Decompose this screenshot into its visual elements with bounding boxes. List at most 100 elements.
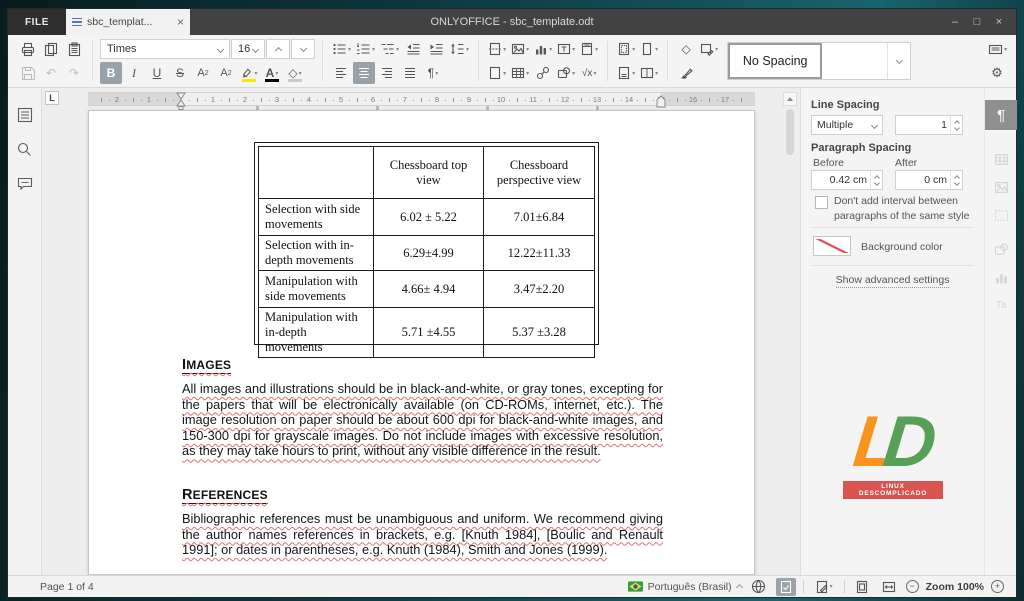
spacing-before-spinner[interactable]: 0.42 cm — [811, 170, 883, 190]
copy-style-button[interactable] — [675, 62, 697, 84]
undo-button[interactable]: ↶ — [40, 62, 62, 84]
header-footer-button[interactable]: ▾ — [578, 38, 600, 60]
table-settings-tab-icon[interactable] — [985, 144, 1017, 174]
set-document-language-icon[interactable] — [749, 578, 769, 596]
image-settings-tab-icon[interactable] — [985, 172, 1017, 202]
underline-button[interactable]: U — [146, 62, 168, 84]
insert-image-button[interactable]: ▾ — [509, 38, 531, 60]
paragraph-images[interactable]: All images and illustrations should be i… — [182, 381, 663, 459]
scrollbar-thumb[interactable] — [786, 109, 794, 155]
print-button[interactable] — [17, 38, 39, 60]
fit-page-icon[interactable] — [852, 578, 872, 596]
font-size-select[interactable]: 16 — [231, 39, 265, 59]
insert-shape-button[interactable]: ▾ — [555, 62, 577, 84]
background-color-swatch[interactable] — [813, 236, 851, 256]
bold-button[interactable]: B — [100, 62, 122, 84]
increase-font-size-button[interactable] — [266, 39, 290, 59]
align-right-button[interactable] — [376, 62, 398, 84]
paragraph-settings-tab-icon[interactable]: ¶ — [985, 100, 1017, 130]
page-margins-button[interactable]: ▾ — [615, 38, 637, 60]
table-cell[interactable]: Selection with in-depth movements — [259, 236, 374, 271]
paste-button[interactable] — [63, 38, 85, 60]
spell-checking-icon[interactable] — [776, 578, 796, 596]
strikethrough-button[interactable]: S — [169, 62, 191, 84]
table-cell[interactable]: Selection with side movements — [259, 199, 374, 236]
justify-button[interactable] — [399, 62, 421, 84]
show-advanced-settings-link[interactable]: Show advanced settings — [801, 274, 984, 286]
insert-text-box-button[interactable]: ▾ — [555, 38, 577, 60]
view-settings-button[interactable]: ▾ — [986, 38, 1009, 60]
zoom-level-indicator[interactable]: Zoom 100% — [926, 581, 984, 593]
redo-button[interactable]: ↷ — [63, 62, 85, 84]
table-cell[interactable]: 5.37 ±3.28 — [484, 308, 595, 358]
paragraph-shading-button[interactable]: ◇▾ — [284, 62, 306, 84]
page-orientation-button[interactable]: ▾ — [638, 38, 660, 60]
page-number-indicator[interactable]: Page 1 of 4 — [40, 581, 94, 593]
document-page[interactable]: Chessboard top view Chessboard perspecti… — [88, 110, 755, 575]
chart-settings-tab-icon[interactable] — [985, 262, 1017, 292]
table-header[interactable]: Chessboard top view — [374, 147, 484, 199]
tab-close-icon[interactable]: × — [177, 16, 184, 28]
page-columns-button[interactable]: ▾ — [638, 62, 660, 84]
font-name-select[interactable]: Times — [100, 39, 230, 59]
save-button[interactable] — [17, 62, 39, 84]
align-center-button[interactable] — [353, 62, 375, 84]
page-break-button[interactable]: ▾ — [486, 38, 508, 60]
copy-button[interactable] — [40, 38, 62, 60]
italic-button[interactable]: I — [123, 62, 145, 84]
highlight-color-button[interactable]: ▾ — [238, 62, 260, 84]
vertical-scrollbar[interactable] — [783, 92, 797, 573]
spinner-arrows-icon[interactable] — [870, 171, 882, 189]
align-left-button[interactable] — [330, 62, 352, 84]
search-icon[interactable] — [16, 140, 34, 158]
superscript-button[interactable]: A2 — [192, 62, 214, 84]
header-footer-settings-tab-icon[interactable] — [985, 200, 1017, 230]
settings-gear-icon[interactable]: ⚙ — [986, 62, 1008, 84]
style-empty-slot[interactable] — [822, 43, 888, 79]
table-cell[interactable]: Manipulation with side movements — [259, 271, 374, 308]
table-cell[interactable]: Manipulation with in-depth movements — [259, 308, 374, 358]
navigation-headings-icon[interactable] — [16, 106, 34, 124]
line-spacing-type-select[interactable]: Multiple — [811, 115, 883, 135]
right-indent-marker[interactable] — [656, 94, 666, 108]
table-header[interactable]: Chessboard perspective view — [484, 147, 595, 199]
subscript-button[interactable]: A2 — [215, 62, 237, 84]
line-spacing-value-spinner[interactable]: 1 — [895, 115, 963, 135]
blank-page-button[interactable]: ▾ — [486, 62, 508, 84]
bullet-list-button[interactable]: ▾ — [330, 38, 353, 60]
table-cell[interactable]: 5.71 ±4.55 — [374, 308, 484, 358]
same-style-interval-checkbox[interactable] — [815, 196, 828, 209]
fit-width-icon[interactable] — [879, 578, 899, 596]
multilevel-list-button[interactable]: ▾ — [378, 38, 401, 60]
numbered-list-button[interactable]: ▾ — [354, 38, 377, 60]
file-menu-tab[interactable]: FILE — [8, 9, 66, 35]
close-button[interactable]: × — [990, 16, 1008, 28]
table-cell[interactable]: 6.02 ± 5.22 — [374, 199, 484, 236]
language-selector[interactable]: Português (Brasil) — [628, 581, 742, 593]
spinner-arrows-icon[interactable] — [950, 171, 962, 189]
comments-icon[interactable] — [16, 174, 34, 192]
table-cell[interactable]: 12.22±11.33 — [484, 236, 595, 271]
document-table[interactable]: Chessboard top view Chessboard perspecti… — [254, 142, 599, 345]
page-size-button[interactable]: ▾ — [615, 62, 637, 84]
zoom-in-icon[interactable]: + — [991, 580, 1004, 593]
paragraph-references[interactable]: Bibliographic references must be unambig… — [182, 511, 663, 558]
maximize-button[interactable]: □ — [968, 16, 986, 28]
document-tab[interactable]: sbc_templat... × — [66, 9, 190, 35]
decrease-font-size-button[interactable] — [291, 39, 315, 59]
insert-chart-button[interactable]: ▾ — [532, 38, 554, 60]
horizontal-ruler[interactable]: 211234567891011121314151617 — [88, 92, 755, 106]
font-color-button[interactable]: A▾ — [261, 62, 283, 84]
insert-hyperlink-button[interactable] — [532, 62, 554, 84]
table-cell[interactable]: 7.01±6.84 — [484, 199, 595, 236]
scroll-up-icon[interactable] — [783, 92, 797, 106]
table-cell[interactable]: 3.47±2.20 — [484, 271, 595, 308]
table-cell[interactable]: 4.66± 4.94 — [374, 271, 484, 308]
nonprinting-characters-button[interactable]: ¶▾ — [422, 62, 444, 84]
clear-style-button[interactable]: ◇ — [675, 38, 697, 60]
zoom-out-icon[interactable]: − — [906, 580, 919, 593]
table-cell[interactable]: 6.29±4.99 — [374, 236, 484, 271]
shape-settings-tab-icon[interactable] — [985, 234, 1017, 264]
insert-table-button[interactable]: ▾ — [509, 62, 531, 84]
track-changes-icon[interactable]: ▾ — [811, 578, 837, 596]
